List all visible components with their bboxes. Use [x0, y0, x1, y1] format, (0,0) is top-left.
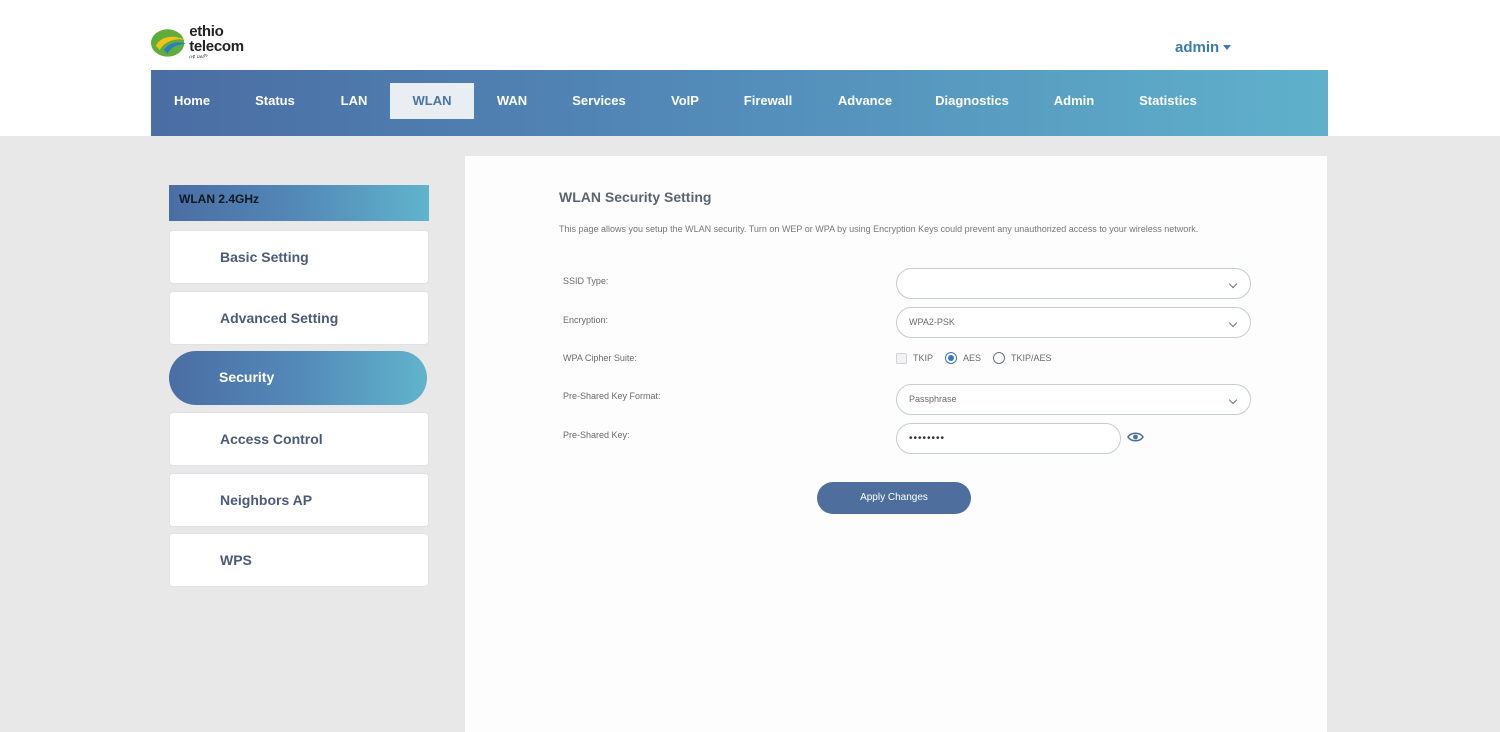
sidebar-item-basic-setting[interactable]: Basic Setting: [169, 230, 429, 284]
caret-down-icon: [1223, 45, 1232, 50]
nav-lan[interactable]: LAN: [327, 83, 381, 119]
encryption-select[interactable]: WPA2-PSK: [896, 307, 1251, 338]
cipher-suite-options: TKIP AES TKIP/AES: [896, 349, 1064, 367]
nav-voip[interactable]: VoIP: [661, 83, 709, 119]
nav-diagnostics[interactable]: Diagnostics: [929, 83, 1015, 119]
nav-statistics[interactable]: Statistics: [1131, 83, 1205, 119]
ssid-type-select[interactable]: [896, 268, 1251, 299]
aes-label: AES: [963, 353, 982, 363]
aes-radio[interactable]: [945, 352, 958, 364]
psk-value: ••••••••: [909, 433, 946, 444]
nav-admin[interactable]: Admin: [1043, 83, 1105, 119]
tkip-label: TKIP: [913, 353, 934, 363]
encryption-label: Encryption:: [563, 315, 609, 325]
psk-format-label: Pre-Shared Key Format:: [563, 391, 661, 401]
chevron-down-icon: [1228, 279, 1238, 289]
chevron-down-icon: [1228, 395, 1238, 405]
eye-icon[interactable]: [1127, 431, 1144, 443]
tkip-checkbox[interactable]: [896, 352, 907, 364]
ssid-type-label: SSID Type:: [563, 276, 609, 286]
encryption-value: WPA2-PSK: [909, 317, 955, 327]
page-description: This page allows you setup the WLAN secu…: [559, 224, 1199, 234]
page-title: WLAN Security Setting: [559, 189, 712, 205]
user-menu[interactable]: admin: [1175, 39, 1232, 56]
tkip-aes-label: TKIP/AES: [1011, 353, 1052, 363]
psk-format-value: Passphrase: [909, 394, 957, 404]
sidebar-item-security[interactable]: Security: [169, 351, 427, 405]
chevron-down-icon: [1228, 318, 1238, 328]
apply-changes-button[interactable]: Apply Changes: [817, 482, 971, 514]
brand-name: ethio telecom: [189, 23, 244, 55]
nav-wlan[interactable]: WLAN: [390, 83, 474, 119]
nav-status[interactable]: Status: [243, 83, 307, 119]
nav-wan[interactable]: WAN: [484, 83, 540, 119]
cipher-tkip-option[interactable]: TKIP: [896, 352, 934, 364]
psk-label: Pre-Shared Key:: [563, 430, 630, 440]
sidebar-item-access-control[interactable]: Access Control: [169, 412, 429, 466]
cipher-tkip-aes-option[interactable]: TKIP/AES: [993, 352, 1052, 364]
nav-services[interactable]: Services: [563, 83, 635, 119]
ethio-telecom-logo[interactable]: ethio telecom ዐቲ ህልም: [150, 24, 280, 60]
main-nav: Home Status LAN WLAN WAN Services VoIP F…: [151, 70, 1328, 136]
content-panel: [465, 156, 1327, 732]
sidebar-item-advanced-setting[interactable]: Advanced Setting: [169, 291, 429, 345]
cipher-suite-label: WPA Cipher Suite:: [563, 353, 637, 363]
logo-swoosh-icon: [150, 29, 187, 57]
nav-home[interactable]: Home: [161, 83, 223, 119]
sidebar-item-neighbors-ap[interactable]: Neighbors AP: [169, 473, 429, 527]
cipher-aes-option[interactable]: AES: [945, 352, 981, 364]
psk-format-select[interactable]: Passphrase: [896, 384, 1251, 415]
tkip-aes-radio[interactable]: [993, 352, 1006, 364]
nav-firewall[interactable]: Firewall: [735, 83, 801, 119]
psk-input[interactable]: ••••••••: [896, 423, 1121, 454]
sidebar-header: WLAN 2.4GHz: [169, 185, 429, 221]
nav-advance[interactable]: Advance: [829, 83, 901, 119]
sidebar-item-wps[interactable]: WPS: [169, 533, 429, 587]
brand-tagline: ዐቲ ህልም: [189, 54, 208, 60]
user-name: admin: [1175, 39, 1220, 56]
